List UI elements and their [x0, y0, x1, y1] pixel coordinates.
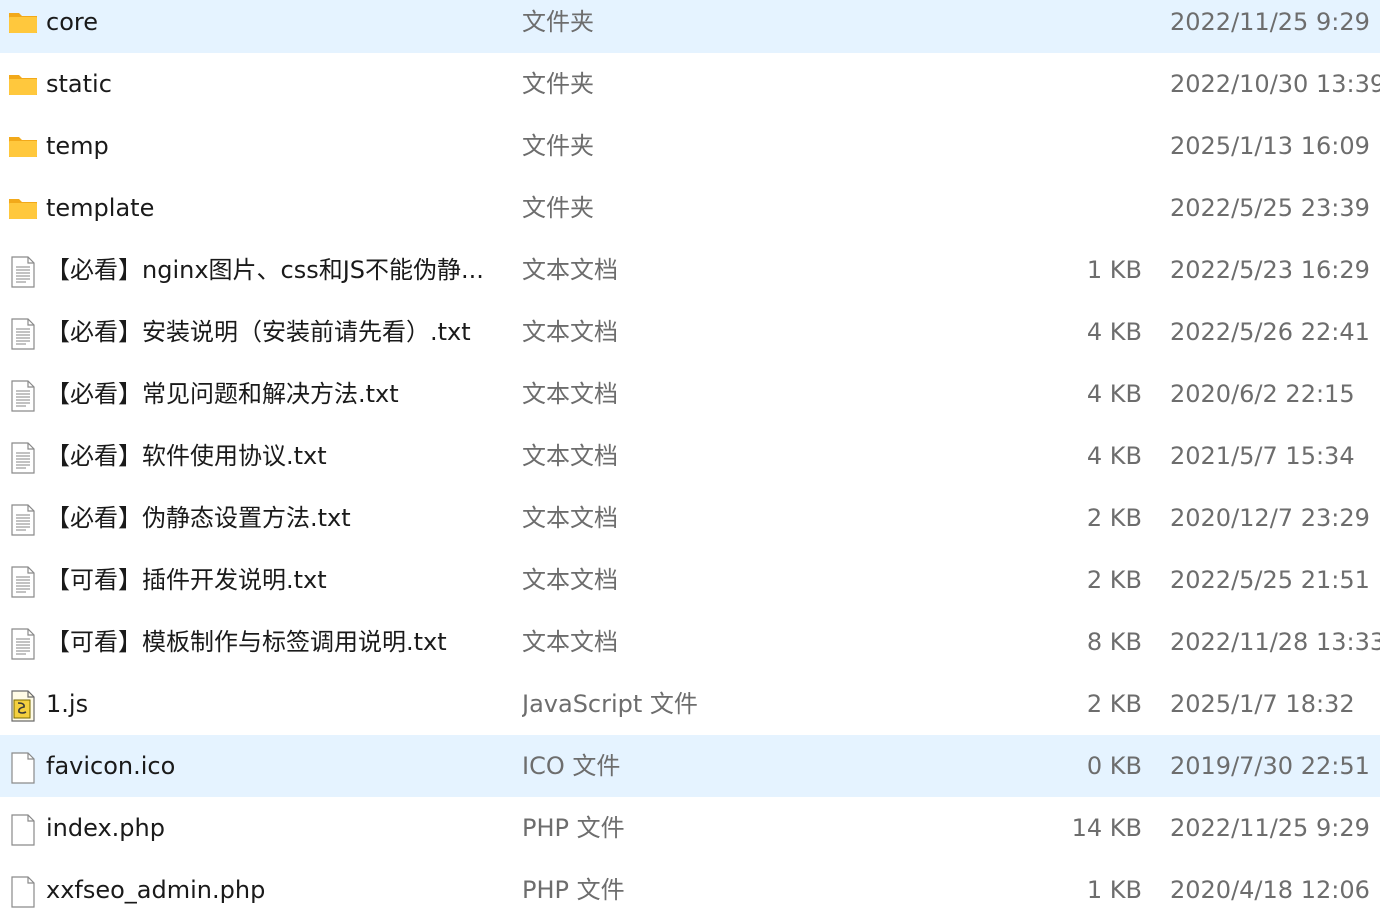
- file-date: 2022/5/23 16:29: [1170, 256, 1370, 284]
- file-row-13[interactable]: index.php PHP 文件 14 KB 2022/11/25 9:29: [0, 797, 1380, 859]
- file-type: 文本文档: [522, 256, 618, 284]
- file-date: 2022/11/28 13:33: [1170, 628, 1380, 656]
- file-date: 2022/10/30 13:39: [1170, 70, 1380, 98]
- file-row-0[interactable]: core 文件夹 2022/11/25 9:29: [0, 0, 1380, 53]
- file-row-9[interactable]: 【可看】插件开发说明.txt 文本文档 2 KB 2022/5/25 21:51: [0, 549, 1380, 611]
- file-type: 文件夹: [522, 8, 594, 36]
- file-name: index.php: [46, 814, 165, 842]
- file-size: 2 KB: [1086, 566, 1142, 594]
- file-name: template: [46, 194, 155, 222]
- file-size: 1 KB: [1086, 876, 1142, 904]
- file-type: 文本文档: [522, 504, 618, 532]
- file-name: 【必看】nginx图片、css和JS不能伪静...: [46, 256, 484, 284]
- text-file-icon: [8, 628, 38, 660]
- file-date: 2022/11/25 9:29: [1170, 8, 1370, 36]
- file-name: core: [46, 8, 98, 36]
- text-file-icon: [8, 380, 38, 412]
- blank-file-icon: [8, 752, 38, 784]
- file-name: xxfseo_admin.php: [46, 876, 266, 904]
- file-date: 2020/12/7 23:29: [1170, 504, 1370, 532]
- file-size: 4 KB: [1086, 318, 1142, 346]
- file-row-6[interactable]: 【必看】常见问题和解决方法.txt 文本文档 4 KB 2020/6/2 22:…: [0, 363, 1380, 425]
- file-size: 14 KB: [1071, 814, 1142, 842]
- file-name: 【必看】伪静态设置方法.txt: [46, 504, 351, 532]
- file-size: 1 KB: [1086, 256, 1142, 284]
- file-name: static: [46, 70, 112, 98]
- file-name: 【可看】插件开发说明.txt: [46, 566, 327, 594]
- file-name: 【必看】安装说明（安装前请先看）.txt: [46, 318, 471, 346]
- file-name: favicon.ico: [46, 752, 176, 780]
- file-type: PHP 文件: [522, 814, 625, 842]
- file-type: 文件夹: [522, 70, 594, 98]
- text-file-icon: [8, 504, 38, 536]
- file-date: 2025/1/13 16:09: [1170, 132, 1370, 160]
- file-name: 【可看】模板制作与标签调用说明.txt: [46, 628, 447, 656]
- file-row-3[interactable]: template 文件夹 2022/5/25 23:39: [0, 177, 1380, 239]
- file-row-5[interactable]: 【必看】安装说明（安装前请先看）.txt 文本文档 4 KB 2022/5/26…: [0, 301, 1380, 363]
- file-row-10[interactable]: 【可看】模板制作与标签调用说明.txt 文本文档 8 KB 2022/11/28…: [0, 611, 1380, 673]
- file-type: 文件夹: [522, 194, 594, 222]
- file-size: 4 KB: [1086, 380, 1142, 408]
- file-row-8[interactable]: 【必看】伪静态设置方法.txt 文本文档 2 KB 2020/12/7 23:2…: [0, 487, 1380, 549]
- blank-file-icon: [8, 814, 38, 846]
- file-date: 2021/5/7 15:34: [1170, 442, 1355, 470]
- file-size: 2 KB: [1086, 504, 1142, 532]
- blank-file-icon: [8, 876, 38, 908]
- file-date: 2019/7/30 22:51: [1170, 752, 1370, 780]
- file-type: 文本文档: [522, 380, 618, 408]
- file-row-14[interactable]: xxfseo_admin.php PHP 文件 1 KB 2020/4/18 1…: [0, 859, 1380, 908]
- file-row-11[interactable]: 1.js JavaScript 文件 2 KB 2025/1/7 18:32: [0, 673, 1380, 735]
- file-row-12[interactable]: favicon.ico ICO 文件 0 KB 2019/7/30 22:51: [0, 735, 1380, 797]
- file-type: 文本文档: [522, 318, 618, 346]
- file-row-2[interactable]: temp 文件夹 2025/1/13 16:09: [0, 115, 1380, 177]
- file-date: 2022/5/25 21:51: [1170, 566, 1370, 594]
- file-size: [940, 0, 1142, 53]
- text-file-icon: [8, 256, 38, 288]
- file-type: JavaScript 文件: [522, 690, 698, 718]
- file-list: core 文件夹 2022/11/25 9:29 static 文件夹 2022…: [0, 0, 1380, 908]
- file-type: 文本文档: [522, 566, 618, 594]
- file-type: PHP 文件: [522, 876, 625, 904]
- file-date: 2022/5/26 22:41: [1170, 318, 1370, 346]
- file-type: 文件夹: [522, 132, 594, 160]
- folder-icon: [8, 132, 38, 160]
- file-date: 2020/6/2 22:15: [1170, 380, 1355, 408]
- file-type: 文本文档: [522, 442, 618, 470]
- file-size: 4 KB: [1086, 442, 1142, 470]
- file-size: [940, 177, 1142, 239]
- file-date: 2025/1/7 18:32: [1170, 690, 1355, 718]
- file-name: 【必看】软件使用协议.txt: [46, 442, 327, 470]
- file-type: ICO 文件: [522, 752, 621, 780]
- file-size: 2 KB: [1086, 690, 1142, 718]
- script-file-icon: [8, 690, 38, 722]
- file-size: 0 KB: [1086, 752, 1142, 780]
- text-file-icon: [8, 442, 38, 474]
- text-file-icon: [8, 318, 38, 350]
- file-size: [940, 53, 1142, 115]
- file-size: 8 KB: [1086, 628, 1142, 656]
- text-file-icon: [8, 566, 38, 598]
- file-date: 2022/5/25 23:39: [1170, 194, 1370, 222]
- file-row-1[interactable]: static 文件夹 2022/10/30 13:39: [0, 53, 1380, 115]
- file-row-7[interactable]: 【必看】软件使用协议.txt 文本文档 4 KB 2021/5/7 15:34: [0, 425, 1380, 487]
- folder-icon: [8, 70, 38, 98]
- folder-icon: [8, 194, 38, 222]
- file-date: 2020/4/18 12:06: [1170, 876, 1370, 904]
- file-size: [940, 115, 1142, 177]
- file-date: 2022/11/25 9:29: [1170, 814, 1370, 842]
- file-type: 文本文档: [522, 628, 618, 656]
- folder-icon: [8, 8, 38, 36]
- file-name: 1.js: [46, 690, 89, 718]
- file-name: temp: [46, 132, 109, 160]
- file-row-4[interactable]: 【必看】nginx图片、css和JS不能伪静... 文本文档 1 KB 2022…: [0, 239, 1380, 301]
- file-name: 【必看】常见问题和解决方法.txt: [46, 380, 399, 408]
